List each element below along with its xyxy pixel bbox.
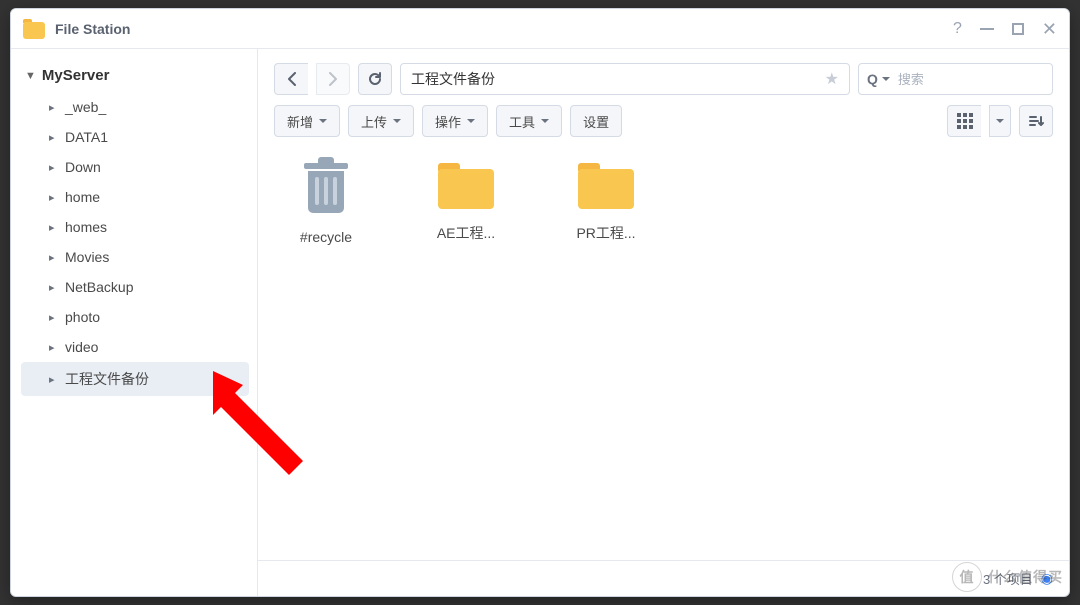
watermark: 值 什么值得买 [952,562,1063,592]
app-folder-icon [23,19,45,39]
settings-button[interactable]: 设置 [570,105,622,137]
sidebar-item-label: Down [65,159,101,175]
chevron-right-icon: ▸ [49,101,57,114]
chevron-down-icon [996,119,1004,127]
close-button[interactable]: ✕ [1042,20,1057,38]
folder-icon [438,163,494,209]
sidebar-item-7[interactable]: ▸ photo [21,302,249,332]
sidebar-item-3[interactable]: ▸ home [21,182,249,212]
folder-icon [578,163,634,209]
maximize-button[interactable] [1012,23,1024,35]
favorite-icon[interactable]: ★ [819,69,839,89]
sort-button[interactable] [1019,105,1053,137]
file-item-2[interactable]: PR工程... [556,163,656,245]
action-button[interactable]: 操作 [422,105,488,137]
chevron-right-icon: ▸ [49,341,57,354]
recycle-bin-icon [303,163,349,215]
titlebar: File Station ? ✕ [11,9,1069,49]
help-icon[interactable]: ? [953,20,962,38]
new-button[interactable]: 新增 [274,105,340,137]
sidebar-item-8[interactable]: ▸ video [21,332,249,362]
nav-back-button[interactable] [274,63,308,95]
sidebar: ▼ MyServer ▸_web_▸DATA1▸Down▸home▸homes▸… [11,49,258,596]
file-label: AE工程... [437,223,495,243]
file-item-1[interactable]: AE工程... [416,163,516,245]
chevron-right-icon: ▸ [49,191,57,204]
search-input[interactable] [898,72,1069,87]
file-label: #recycle [300,229,352,245]
sidebar-item-label: homes [65,219,107,235]
sidebar-item-5[interactable]: ▸ Movies [21,242,249,272]
sidebar-item-label: _web_ [65,99,106,115]
chevron-right-icon: ▸ [49,161,57,174]
chevron-right-icon: ▸ [49,311,57,324]
view-options-button[interactable] [989,105,1011,137]
sidebar-item-2[interactable]: ▸ Down [21,152,249,182]
sidebar-item-label: photo [65,309,100,325]
tools-button[interactable]: 工具 [496,105,562,137]
path-input[interactable] [411,71,819,87]
sort-icon [1028,114,1044,128]
chevron-right-icon: ▸ [49,251,57,264]
sidebar-item-label: 工程文件备份 [65,369,149,389]
sidebar-item-label: video [65,339,98,355]
sidebar-item-9[interactable]: ▸ 工程文件备份 [21,362,249,396]
file-station-window: File Station ? ✕ ▼ MyServer ▸ _web_ ▸ DATA1… [10,8,1070,597]
path-box[interactable]: ★ [400,63,850,95]
chevron-down-icon: ▼ [25,70,36,82]
sidebar-item-label: NetBackup [65,279,133,295]
minimize-button[interactable] [980,28,994,30]
tree-root[interactable]: ▼ MyServer [21,63,249,92]
chevron-right-icon: ▸ [49,281,57,294]
sidebar-item-1[interactable]: ▸ DATA1 [21,122,249,152]
sidebar-item-label: home [65,189,100,205]
upload-button[interactable]: 上传 [348,105,414,137]
chevron-right-icon: ▸ [49,131,57,144]
root-label: MyServer [42,67,110,84]
file-label: PR工程... [576,223,635,243]
chevron-right-icon: ▸ [49,373,57,386]
main-panel: ★ Q 新增 上传 操作 工具 设置 [258,49,1069,596]
search-icon: Q [867,71,878,87]
file-item-0[interactable]: #recycle [276,163,376,245]
sidebar-item-6[interactable]: ▸ NetBackup [21,272,249,302]
refresh-button[interactable] [358,63,392,95]
sidebar-item-4[interactable]: ▸ homes [21,212,249,242]
sidebar-item-0[interactable]: ▸ _web_ [21,92,249,122]
app-title: File Station [55,21,130,37]
nav-forward-button[interactable] [316,63,350,95]
sidebar-item-label: DATA1 [65,129,108,145]
files-area[interactable]: #recycle AE工程... PR工程... [258,137,1069,560]
search-options-icon[interactable] [882,77,890,85]
search-box[interactable]: Q [858,63,1053,95]
view-grid-button[interactable] [947,105,981,137]
grid-icon [957,113,973,129]
sidebar-item-label: Movies [65,249,109,265]
status-bar: 3 个项目 ◉ [258,560,1069,596]
chevron-right-icon: ▸ [49,221,57,234]
